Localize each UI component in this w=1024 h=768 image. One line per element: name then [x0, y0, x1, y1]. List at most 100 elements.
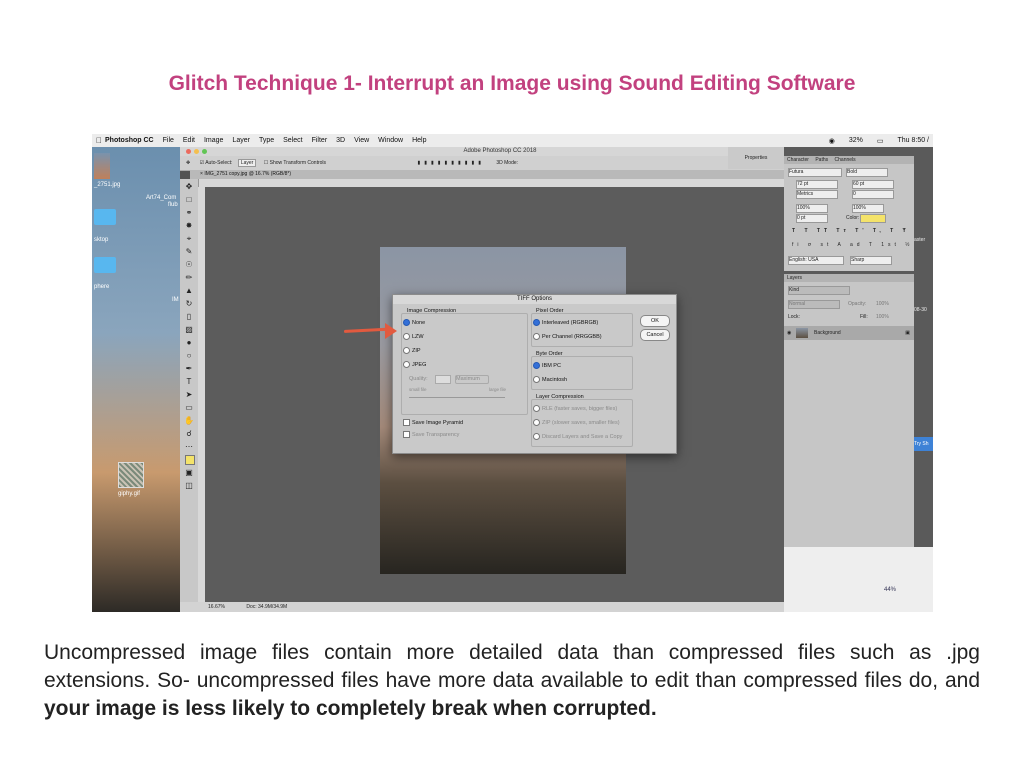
autoselect-checkbox[interactable]: ☑ [200, 160, 204, 166]
menu-file[interactable]: File [163, 137, 174, 144]
horizontal-scale-field[interactable]: 100% [852, 204, 884, 213]
desktop-file-label[interactable]: _2751.jpg [94, 182, 120, 188]
layer-filter-kind[interactable]: Kind [788, 286, 850, 295]
fill-value[interactable]: 100% [876, 314, 889, 320]
tab-character[interactable]: Character [787, 157, 809, 163]
desktop-folder-label[interactable]: sktop [94, 237, 108, 243]
lasso-tool-icon[interactable]: ⚭ [184, 208, 194, 218]
image-file-icon[interactable] [94, 153, 110, 179]
gradient-tool-icon[interactable]: ▨ [184, 325, 194, 335]
menu-select[interactable]: Select [283, 137, 302, 144]
crop-tool-icon[interactable]: ⌖ [184, 234, 194, 244]
transform-checkbox[interactable]: ☐ [264, 160, 268, 166]
wifi-icon[interactable]: ◉ [829, 137, 835, 145]
dodge-tool-icon[interactable]: ○ [184, 351, 194, 361]
opacity-value[interactable]: 100% [876, 301, 889, 307]
folder-icon[interactable] [94, 209, 116, 225]
menu-image[interactable]: Image [204, 137, 223, 144]
foreground-color-swatch[interactable] [185, 455, 195, 465]
cancel-button[interactable]: Cancel [640, 329, 670, 341]
radio-discard-layers[interactable]: Discard Layers and Save a Copy [533, 433, 622, 440]
text-style-icons[interactable]: T T TT Tт T' T, T Ŧ [792, 228, 910, 234]
menu-layer[interactable]: Layer [232, 137, 250, 144]
move-tool-icon[interactable]: ✥ [184, 182, 194, 192]
save-transparency-checkbox[interactable]: Save Transparency [403, 431, 459, 438]
vertical-scale-field[interactable]: 100% [796, 204, 828, 213]
opentype-icons[interactable]: fi ơ st A ad T 1st ½ [792, 242, 913, 248]
menu-view[interactable]: View [354, 137, 369, 144]
desktop-folder-label[interactable]: phere [94, 284, 109, 290]
radio-lzw[interactable]: LZW [403, 333, 424, 340]
desktop-file-label[interactable]: IM [172, 297, 179, 303]
radio-interleaved[interactable]: Interleaved (RGBRGB) [533, 319, 598, 326]
desktop-file-label[interactable]: Art74_Com [146, 195, 176, 201]
menu-type[interactable]: Type [259, 137, 274, 144]
clock[interactable]: Thu 8:50 / [897, 137, 929, 144]
eraser-tool-icon[interactable]: ▯ [184, 312, 194, 322]
apple-icon[interactable]:  [96, 136, 102, 145]
stamp-tool-icon[interactable]: ▲ [184, 286, 194, 296]
shape-tool-icon[interactable]: ▭ [184, 403, 194, 413]
menu-filter[interactable]: Filter [312, 137, 328, 144]
pen-tool-icon[interactable]: ✒ [184, 364, 194, 374]
background-window-button[interactable]: Try Sh [914, 437, 933, 451]
hand-tool-icon[interactable]: ✋ [184, 416, 194, 426]
quick-mask-icon[interactable]: ▣ [184, 468, 194, 478]
kerning-field[interactable]: Metrics [796, 190, 838, 199]
menu-app-name[interactable]: Photoshop CC [105, 137, 154, 144]
radio-rle[interactable]: RLE (faster saves, bigger files) [533, 405, 617, 412]
align-icons[interactable]: ▮▮▮▮▮▮▮▮▮▮ [417, 160, 485, 166]
ok-button[interactable]: OK [640, 315, 670, 327]
magic-wand-tool-icon[interactable]: ✸ [184, 221, 194, 231]
gif-file-icon[interactable] [118, 462, 144, 488]
minimize-window-icon[interactable] [194, 149, 199, 154]
layers-panel-title[interactable]: Layers [784, 274, 914, 282]
close-tab-icon[interactable]: × [200, 171, 203, 177]
desktop-file-label[interactable]: giphy.gif [118, 491, 140, 497]
autoselect-dropdown[interactable]: Layer [237, 159, 257, 167]
font-size-field[interactable]: 72 pt [796, 180, 838, 189]
background-zoom[interactable]: 44% [884, 587, 896, 593]
zoom-window-icon[interactable] [202, 149, 207, 154]
type-tool-icon[interactable]: T [184, 377, 194, 387]
radio-jpeg[interactable]: JPEG [403, 361, 426, 368]
font-family-select[interactable]: Futura [788, 168, 842, 177]
quality-slider[interactable] [409, 397, 505, 398]
font-style-select[interactable]: Bold [846, 168, 888, 177]
radio-per-channel[interactable]: Per Channel (RRGGBB) [533, 333, 602, 340]
radio-zip[interactable]: ZIP [403, 347, 421, 354]
blend-mode-select[interactable]: Normal [788, 300, 840, 309]
tab-channels[interactable]: Channels [835, 157, 856, 163]
menu-3d[interactable]: 3D [336, 137, 345, 144]
brush-tool-icon[interactable]: ✏ [184, 273, 194, 283]
more-tools-icon[interactable]: ⋯ [184, 442, 194, 452]
move-tool-icon[interactable]: ✥ [186, 160, 190, 166]
desktop-file-label[interactable]: flub [168, 202, 178, 208]
antialias-select[interactable]: Sharp [850, 256, 892, 265]
language-select[interactable]: English: USA [788, 256, 844, 265]
screen-mode-icon[interactable]: ◫ [184, 481, 194, 491]
text-color-swatch[interactable] [860, 214, 886, 223]
tab-paths[interactable]: Paths [815, 157, 828, 163]
battery-icon[interactable]: ▭ [877, 137, 884, 145]
leading-field[interactable]: 60 pt [852, 180, 894, 189]
blur-tool-icon[interactable]: ● [184, 338, 194, 348]
menu-help[interactable]: Help [412, 137, 426, 144]
document-tab[interactable]: × IMG_2751 copy.jpg @ 16.7% (RGB/8*) [190, 170, 820, 179]
zoom-level[interactable]: 16.67% [208, 604, 225, 610]
baseline-shift-field[interactable]: 0 pt [796, 214, 828, 223]
properties-panel-button[interactable]: Properties [728, 147, 784, 169]
marquee-tool-icon[interactable]: □ [184, 195, 194, 205]
quality-field[interactable] [435, 375, 451, 384]
eye-icon[interactable]: ◉ [787, 326, 791, 340]
folder-icon[interactable] [94, 257, 116, 273]
path-select-tool-icon[interactable]: ➤ [184, 390, 194, 400]
menu-window[interactable]: Window [378, 137, 403, 144]
radio-none[interactable]: None [403, 319, 425, 326]
eyedropper-tool-icon[interactable]: ✎ [184, 247, 194, 257]
tracking-field[interactable]: 0 [852, 190, 894, 199]
radio-ibm-pc[interactable]: IBM PC [533, 362, 561, 369]
radio-macintosh[interactable]: Macintosh [533, 376, 567, 383]
radio-zip-layers[interactable]: ZIP (slower saves, smaller files) [533, 419, 620, 426]
healing-tool-icon[interactable]: ☉ [184, 260, 194, 270]
